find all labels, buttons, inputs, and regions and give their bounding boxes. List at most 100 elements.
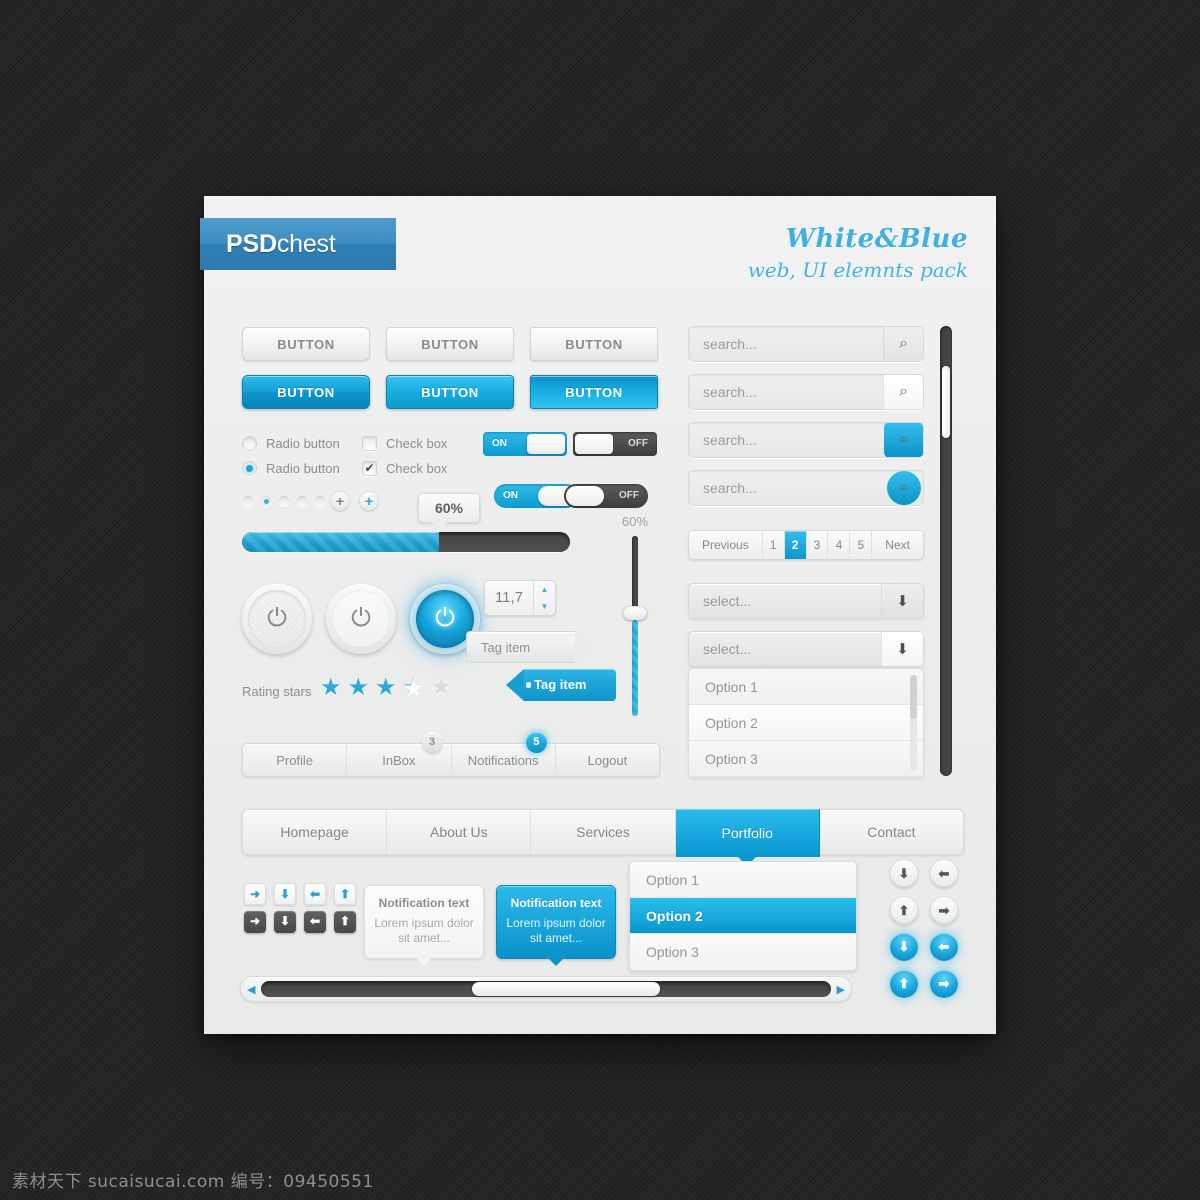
plus-button-gray[interactable]: + [330, 491, 350, 511]
nav-item-about-us[interactable]: About Us [387, 810, 532, 854]
progress-bar[interactable] [242, 532, 570, 552]
checkbox-on[interactable]: ✔ [362, 461, 377, 476]
arrow-right-icon[interactable]: ➜ [244, 883, 266, 905]
search-input-4[interactable]: search... [689, 471, 885, 505]
search-input-2[interactable]: search... [689, 375, 883, 409]
number-stepper[interactable]: 11,7 ▲ ▼ [484, 580, 556, 616]
power-button-1[interactable]: ⏻ [242, 584, 312, 654]
main-navigation[interactable]: Homepage About Us Services Portfolio Con… [242, 809, 964, 866]
search-icon[interactable]: ⌕ [884, 423, 923, 457]
option-list-item-2[interactable]: Option 2 [689, 705, 923, 741]
tab-logout[interactable]: Logout [556, 744, 659, 776]
button-blue-1[interactable]: BUTTON [242, 375, 370, 409]
dot-3[interactable] [279, 496, 289, 506]
dot-4[interactable] [297, 496, 307, 506]
arrow-left-icon[interactable]: ⬅ [930, 859, 958, 887]
star-5-empty[interactable]: ★ [430, 676, 452, 700]
select-1-value[interactable]: select... [689, 584, 881, 618]
option-list-item-3[interactable]: Option 3 [689, 741, 923, 777]
nav-dropdown-menu[interactable]: Option 1 Option 2 Option 3 [629, 861, 857, 971]
checkbox-row-off[interactable]: Check box [362, 436, 447, 451]
arrow-left-icon[interactable]: ⬅ [304, 883, 326, 905]
dot-1[interactable] [243, 496, 253, 506]
radio-button-off[interactable] [242, 436, 257, 451]
chevron-down-icon[interactable]: ⬇ [881, 632, 923, 666]
dropdown-item-3[interactable]: Option 3 [630, 934, 856, 970]
stepper-arrows[interactable]: ▲ ▼ [533, 581, 555, 615]
button-white-2[interactable]: BUTTON [386, 327, 514, 361]
arrow-up-icon[interactable]: ⬆ [334, 883, 356, 905]
search-icon[interactable]: ⌕ [887, 471, 921, 505]
option-list-scroll-thumb[interactable] [910, 675, 917, 720]
scroll-left-arrow-icon[interactable]: ◀ [247, 983, 255, 996]
power-button-2[interactable]: ⏻ [326, 584, 396, 654]
button-blue-2[interactable]: BUTTON [386, 375, 514, 409]
arrow-down-icon[interactable]: ⬇ [274, 883, 296, 905]
option-list-item-1[interactable]: Option 1 [689, 669, 923, 705]
arrow-down-icon[interactable]: ⬇ [890, 933, 918, 961]
dot-5[interactable] [315, 496, 325, 506]
dropdown-item-1[interactable]: Option 1 [630, 862, 856, 898]
arrow-right-icon[interactable]: ➡ [930, 896, 958, 924]
pagination-page-1[interactable]: 1 [763, 531, 785, 559]
star-1[interactable]: ★ [320, 676, 342, 700]
horizontal-scrollbar[interactable]: ◀ ▶ [240, 976, 852, 1002]
pagination-page-2-active[interactable]: 2 [784, 531, 807, 559]
vertical-scrollbar-thumb[interactable] [942, 366, 950, 438]
pagination-page-4[interactable]: 4 [828, 531, 851, 559]
pagination-dots[interactable] [243, 496, 325, 506]
toggle-round-off-knob[interactable] [566, 486, 604, 506]
search-icon[interactable]: ⌕ [883, 327, 923, 361]
circle-arrow-row-2[interactable]: ⬆ ➡ [890, 896, 958, 924]
account-tab-bar[interactable]: Profile InBox 3 Notifications 5 Logout [242, 732, 660, 777]
button-blue-3[interactable]: BUTTON [530, 375, 658, 409]
circle-arrow-row-1[interactable]: ⬇ ⬅ [890, 859, 958, 887]
toggle-square-off[interactable]: OFF [573, 432, 657, 456]
arrow-down-icon[interactable]: ⬇ [274, 911, 296, 933]
checkbox-row-on[interactable]: ✔ Check box [362, 461, 447, 476]
button-white-3[interactable]: BUTTON [530, 327, 658, 361]
radio-row-on[interactable]: Radio button [242, 461, 340, 476]
arrow-up-icon[interactable]: ⬆ [334, 911, 356, 933]
chevron-down-icon[interactable]: ⬇ [881, 584, 923, 618]
vertical-slider[interactable] [623, 536, 647, 716]
toggle-round-off[interactable]: OFF [564, 484, 648, 508]
select-2-value[interactable]: select... [689, 632, 881, 666]
search-input-3[interactable]: search... [689, 423, 885, 457]
tab-inbox[interactable]: InBox 3 [347, 732, 452, 776]
search-field-3[interactable]: search... ⌕ [688, 422, 924, 458]
stepper-value[interactable]: 11,7 [485, 581, 533, 615]
select-2[interactable]: select... ⬇ [688, 631, 924, 667]
pagination-page-5[interactable]: 5 [850, 531, 873, 559]
arrow-right-icon[interactable]: ➜ [244, 911, 266, 933]
radio-button-on[interactable] [242, 461, 257, 476]
button-white-1[interactable]: BUTTON [242, 327, 370, 361]
arrow-left-icon[interactable]: ⬅ [930, 933, 958, 961]
vertical-slider-handle[interactable] [623, 606, 647, 620]
star-4-half[interactable]: ★ [403, 676, 425, 700]
tab-notifications[interactable]: Notifications 5 [452, 732, 556, 776]
circle-arrow-row-4-blue[interactable]: ⬆ ➡ [890, 970, 958, 998]
nav-item-contact[interactable]: Contact [820, 810, 963, 854]
plus-button-blue[interactable]: + [359, 491, 379, 511]
checkbox-off[interactable] [362, 436, 377, 451]
select-1[interactable]: select... ⬇ [688, 583, 924, 619]
search-field-1[interactable]: search... ⌕ [688, 326, 924, 362]
tag-item-gray[interactable]: Tag item [466, 631, 592, 665]
horizontal-scrollbar-thumb[interactable] [472, 982, 660, 996]
horizontal-scrollbar-track[interactable] [261, 981, 831, 997]
toggle-square-on-knob[interactable] [527, 434, 565, 454]
pagination-next[interactable]: Next [872, 531, 923, 559]
search-input-1[interactable]: search... [689, 327, 883, 361]
arrow-button-row-light[interactable]: ➜ ⬇ ⬅ ⬆ [244, 883, 356, 905]
scroll-right-arrow-icon[interactable]: ▶ [837, 983, 845, 996]
star-2[interactable]: ★ [348, 676, 370, 700]
pagination[interactable]: Previous 1 2 3 4 5 Next [688, 530, 924, 560]
option-list-scrollbar[interactable] [910, 675, 917, 771]
star-3[interactable]: ★ [375, 676, 397, 700]
toggle-square-off-knob[interactable] [575, 434, 613, 454]
search-icon[interactable]: ⌕ [883, 375, 923, 409]
vertical-scrollbar[interactable] [940, 326, 952, 776]
stepper-up-icon[interactable]: ▲ [534, 581, 555, 598]
nav-item-portfolio-active[interactable]: Portfolio [675, 809, 820, 866]
